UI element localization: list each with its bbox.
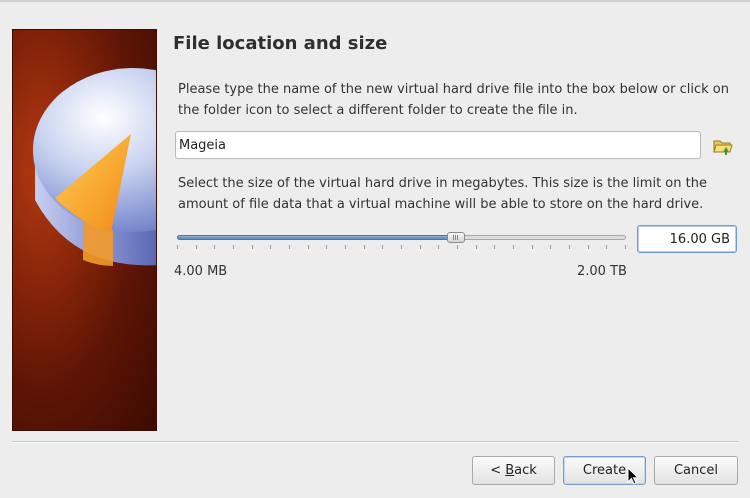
slider-tick bbox=[270, 245, 271, 249]
cancel-button[interactable]: Cancel bbox=[654, 456, 738, 485]
slider-tick bbox=[513, 245, 514, 249]
size-input[interactable] bbox=[637, 225, 737, 253]
slider-tick bbox=[550, 245, 551, 249]
slider-ticks bbox=[177, 245, 626, 250]
slider-fill bbox=[177, 235, 456, 240]
wizard-side-image bbox=[12, 29, 157, 431]
slider-tick bbox=[606, 245, 607, 249]
slider-tick bbox=[476, 245, 477, 249]
slider-tick bbox=[494, 245, 495, 249]
window-top-border bbox=[0, 0, 750, 2]
slider-tick bbox=[252, 245, 253, 249]
slider-tick bbox=[326, 245, 327, 249]
slider-tick bbox=[196, 245, 197, 249]
slider-tick bbox=[308, 245, 309, 249]
slider-tick bbox=[569, 245, 570, 249]
slider-handle[interactable] bbox=[447, 232, 465, 243]
slider-tick bbox=[214, 245, 215, 249]
slider-tick bbox=[382, 245, 383, 249]
back-button-mnemonic: B bbox=[505, 463, 515, 478]
back-button-label: ack bbox=[514, 463, 537, 478]
size-min-label: 4.00 MB bbox=[174, 264, 228, 279]
slider-tick bbox=[438, 245, 439, 249]
location-description: Please type the name of the new virtual … bbox=[178, 82, 729, 118]
folder-icon[interactable] bbox=[712, 136, 734, 156]
size-max-label: 2.00 TB bbox=[577, 264, 627, 279]
size-slider[interactable] bbox=[177, 229, 626, 251]
back-button-prefix: < bbox=[490, 463, 506, 478]
slider-tick bbox=[289, 245, 290, 249]
file-name-input[interactable] bbox=[175, 131, 701, 159]
button-separator bbox=[12, 441, 738, 443]
slider-tick bbox=[177, 245, 178, 249]
slider-tick bbox=[420, 245, 421, 249]
back-button[interactable]: < Back bbox=[472, 456, 555, 485]
slider-tick bbox=[532, 245, 533, 249]
slider-tick bbox=[588, 245, 589, 249]
slider-tick bbox=[625, 245, 626, 249]
slider-tick bbox=[233, 245, 234, 249]
page-title: File location and size bbox=[173, 33, 388, 54]
slider-tick bbox=[364, 245, 365, 249]
slider-tick bbox=[457, 245, 458, 249]
slider-tick bbox=[345, 245, 346, 249]
size-description: Select the size of the virtual hard driv… bbox=[178, 176, 707, 212]
mouse-cursor-icon bbox=[627, 466, 640, 491]
slider-tick bbox=[401, 245, 402, 249]
